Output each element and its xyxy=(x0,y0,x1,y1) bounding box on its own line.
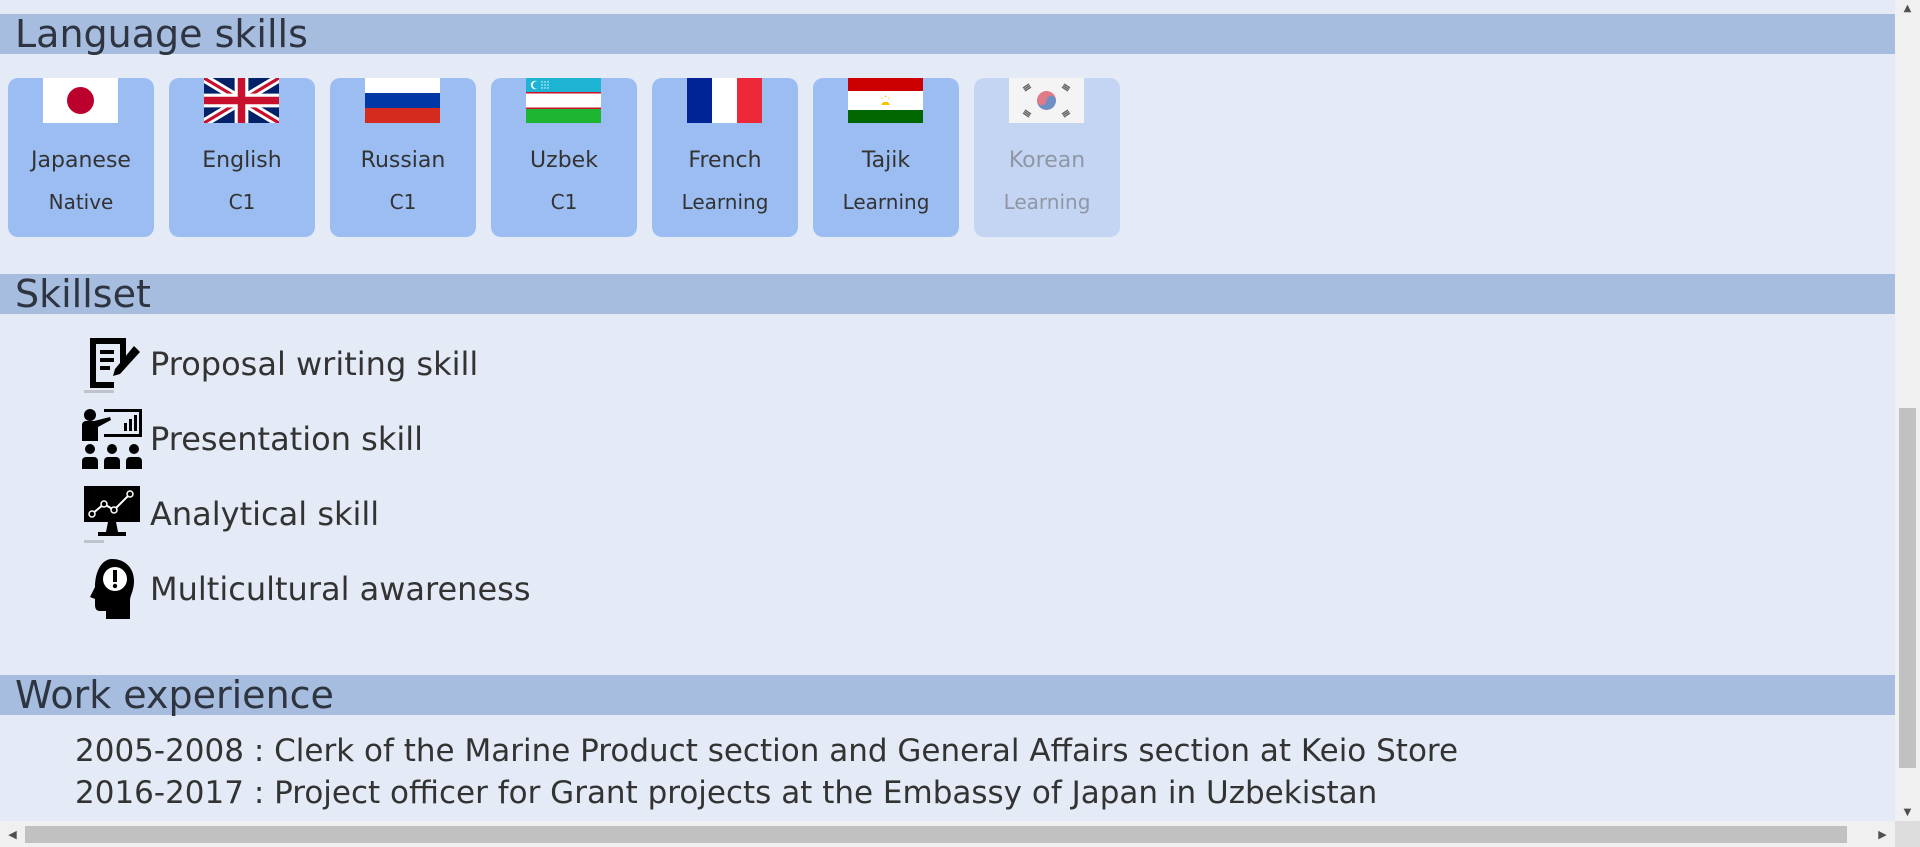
work-entry: 2005-2008 : Clerk of the Marine Product … xyxy=(75,733,1459,769)
language-name: English xyxy=(202,148,282,173)
scroll-left-arrow-icon[interactable]: ◀ xyxy=(4,821,21,847)
vertical-scroll-thumb[interactable] xyxy=(1899,408,1916,768)
language-card-french[interactable]: French Learning xyxy=(652,78,798,237)
language-card-english[interactable]: English C1 xyxy=(169,78,315,237)
skill-list: Proposal writing skill Presentation skil… xyxy=(80,332,530,632)
language-card-tajik[interactable]: Tajik Learning xyxy=(813,78,959,237)
language-name: Japanese xyxy=(31,148,131,173)
language-card-japanese[interactable]: Japanese Native xyxy=(8,78,154,237)
document-edit-icon xyxy=(80,332,144,396)
language-level: C1 xyxy=(389,190,417,214)
head-exclamation-icon xyxy=(80,557,144,621)
work-entry: 2016-2017 : Project officer for Grant pr… xyxy=(75,775,1378,811)
scroll-down-arrow-icon[interactable]: ▼ xyxy=(1895,804,1920,821)
horizontal-scrollbar[interactable]: ◀ ▶ xyxy=(0,821,1895,847)
france-flag-icon xyxy=(687,78,762,123)
russia-flag-icon xyxy=(365,78,440,123)
language-level: Learning xyxy=(842,190,930,214)
horizontal-scroll-thumb[interactable] xyxy=(25,826,1847,843)
language-level: C1 xyxy=(228,190,256,214)
uk-flag-icon xyxy=(204,78,279,123)
japan-flag-icon xyxy=(43,78,118,123)
language-name: Russian xyxy=(360,148,446,173)
section-header-language-skills: Language skills xyxy=(0,14,1895,54)
scrollbar-corner xyxy=(1895,821,1920,847)
skill-item-multicultural: Multicultural awareness xyxy=(80,557,530,632)
skill-label: Presentation skill xyxy=(150,420,424,458)
language-cards: Japanese Native English C1 Russian C1 Uz… xyxy=(8,78,1120,238)
presentation-icon xyxy=(80,407,144,471)
skill-label: Proposal writing skill xyxy=(150,345,479,383)
language-name: French xyxy=(688,148,762,173)
section-header-skillset: Skillset xyxy=(0,274,1895,314)
language-card-uzbek[interactable]: Uzbek C1 xyxy=(491,78,637,237)
skill-item-analytical: Analytical skill xyxy=(80,482,530,557)
south-korea-flag-icon xyxy=(1009,78,1084,123)
language-card-korean[interactable]: Korean Learning xyxy=(974,78,1120,237)
language-level: Native xyxy=(48,190,114,214)
language-level: Learning xyxy=(681,190,769,214)
language-name: Tajik xyxy=(861,148,911,173)
tajikistan-flag-icon xyxy=(848,78,923,123)
work-list: 2005-2008 : Clerk of the Marine Product … xyxy=(75,730,1458,814)
scroll-up-arrow-icon[interactable]: ▲ xyxy=(1895,0,1920,17)
scroll-right-arrow-icon[interactable]: ▶ xyxy=(1874,821,1891,847)
language-name: Korean xyxy=(1008,148,1086,173)
skill-label: Multicultural awareness xyxy=(150,570,531,608)
skill-label: Analytical skill xyxy=(150,495,380,533)
language-card-russian[interactable]: Russian C1 xyxy=(330,78,476,237)
vertical-scrollbar[interactable]: ▲ ▼ xyxy=(1895,0,1920,821)
language-level: Learning xyxy=(1003,190,1091,214)
section-header-work-experience: Work experience xyxy=(0,675,1895,715)
skill-item-presentation: Presentation skill xyxy=(80,407,530,482)
language-level: C1 xyxy=(550,190,578,214)
uzbekistan-flag-icon xyxy=(526,78,601,123)
page-viewport: Language skills Japanese Native English xyxy=(0,0,1895,821)
skill-item-proposal-writing: Proposal writing skill xyxy=(80,332,530,407)
language-name: Uzbek xyxy=(530,148,598,173)
analytics-monitor-icon xyxy=(80,482,144,546)
